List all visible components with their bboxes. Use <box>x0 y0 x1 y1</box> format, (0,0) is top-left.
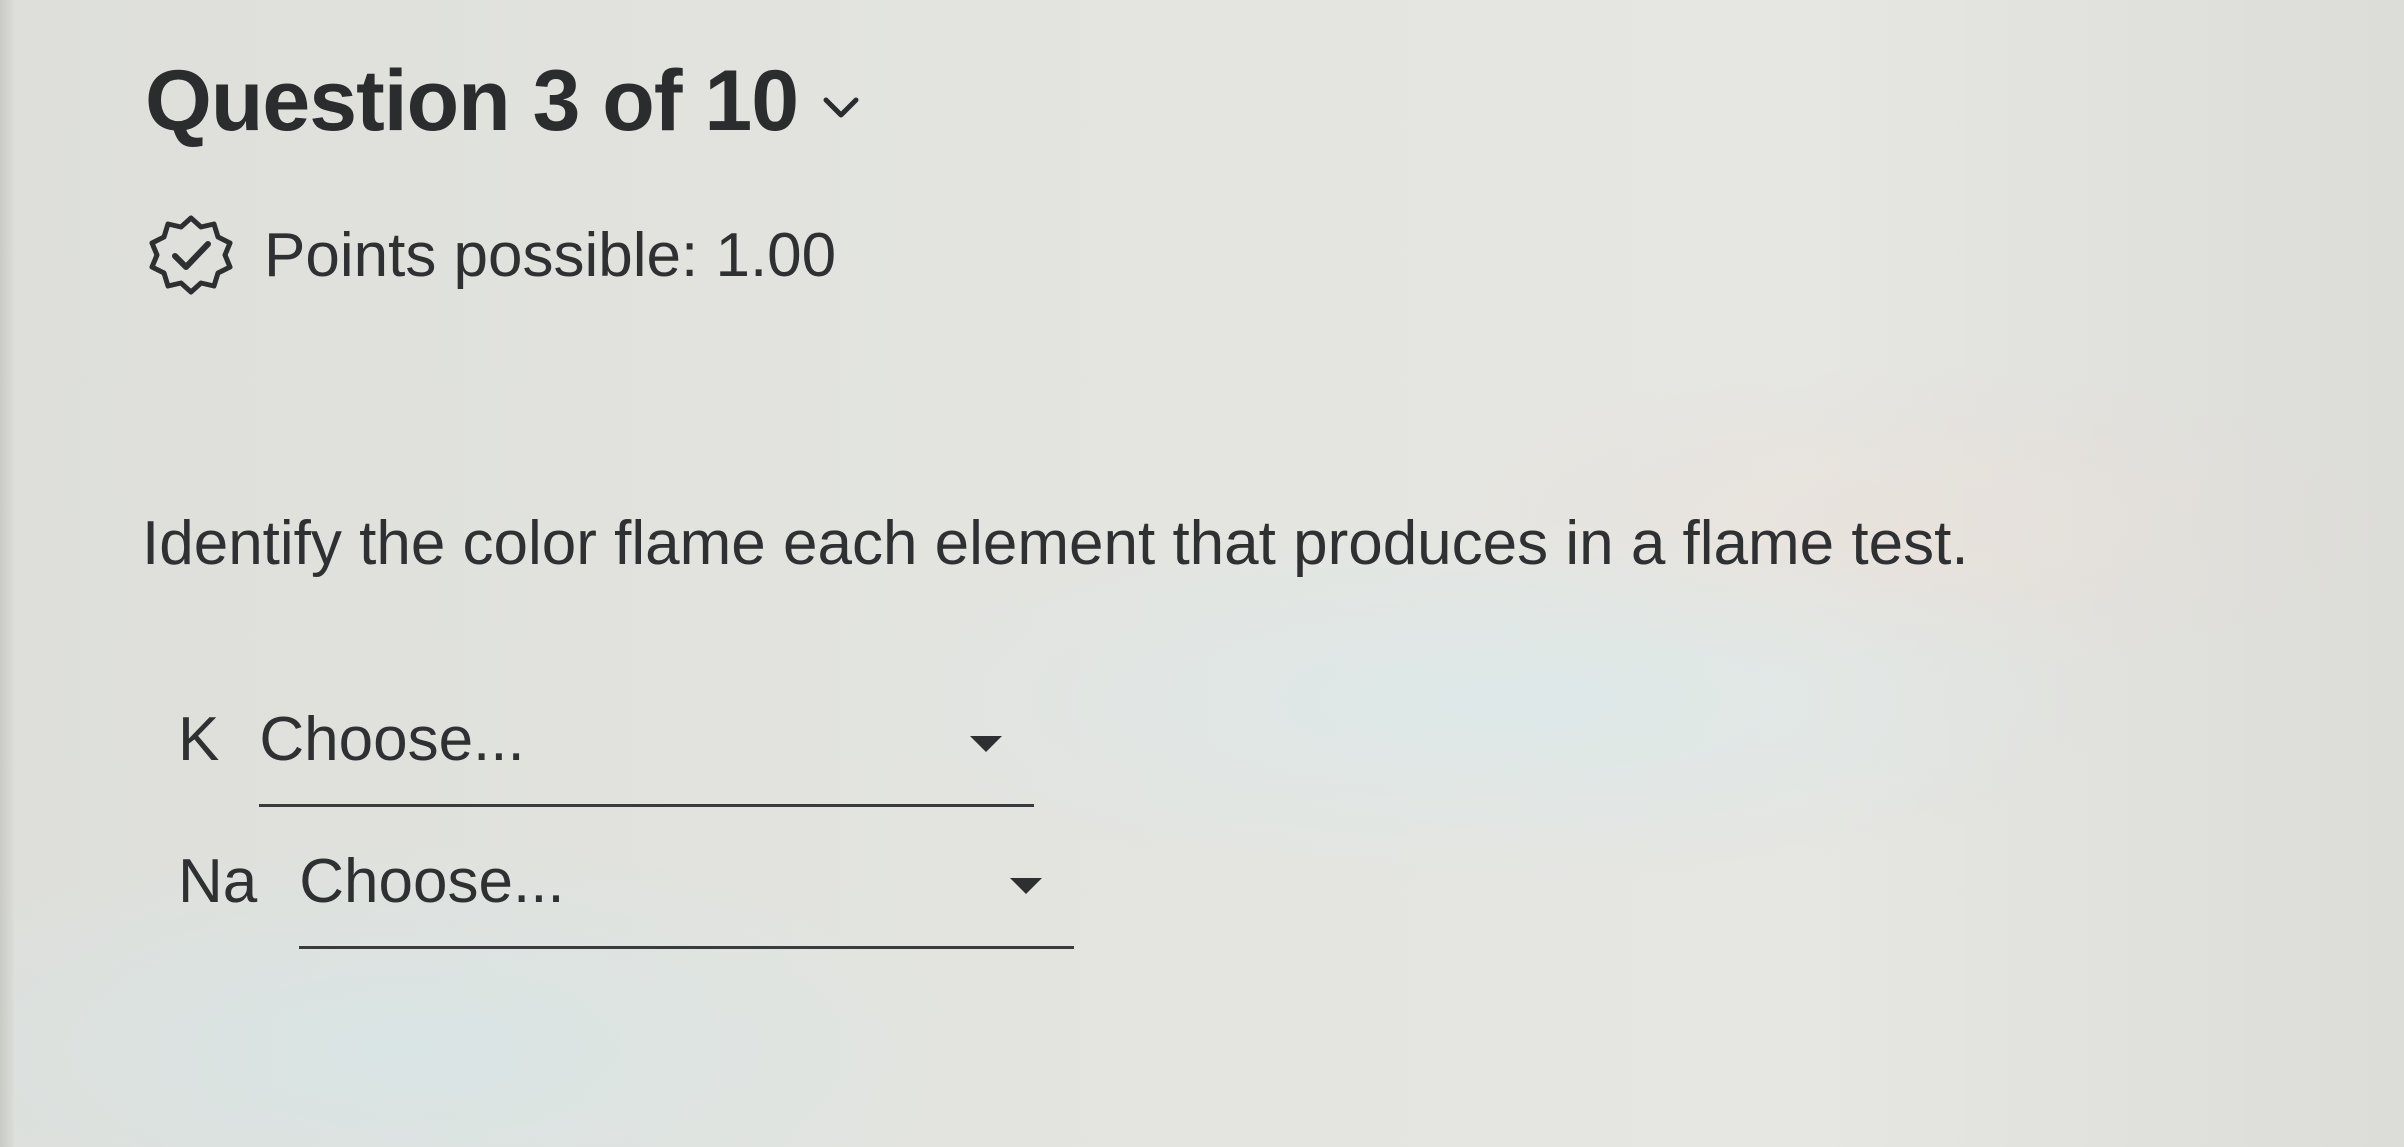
element-label-k: K <box>178 705 220 774</box>
chevron-down-icon[interactable] <box>820 92 862 122</box>
points-label: Points possible: 1.00 <box>264 220 837 290</box>
select-value: Choose... <box>259 705 525 774</box>
points-possible: Points possible: 1.00 <box>148 212 836 298</box>
select-value: Choose... <box>299 847 565 916</box>
question-title: Question 3 of 10 <box>145 53 799 149</box>
answer-select-na[interactable]: Choose... <box>299 846 1075 949</box>
verified-badge-icon <box>149 215 233 295</box>
answer-select-k[interactable]: Choose... <box>259 704 1035 807</box>
element-label-na: Na <box>178 847 258 916</box>
answer-row-na: Na Choose... <box>178 846 1075 949</box>
question-prompt: Identify the color flame each element th… <box>142 509 1969 578</box>
caret-down-icon <box>970 736 1003 752</box>
quiz-page: Question 3 of 10 Points possible: 1.00 I… <box>0 0 2404 1147</box>
caret-down-icon <box>1010 878 1043 894</box>
question-header[interactable]: Question 3 of 10 <box>145 52 862 151</box>
answer-row-k: K Choose... <box>178 704 1035 807</box>
